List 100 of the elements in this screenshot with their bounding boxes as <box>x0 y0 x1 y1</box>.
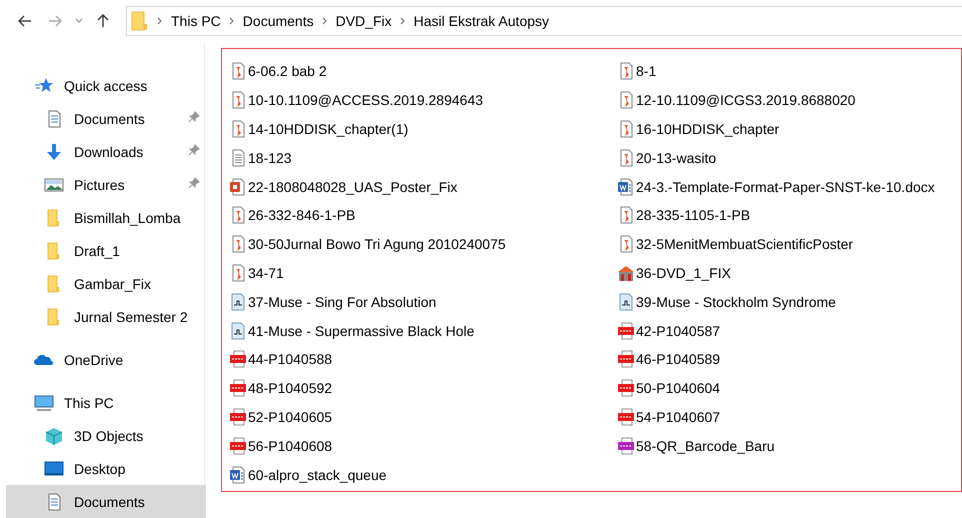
sidebar-item[interactable]: Bismillah_Lomba <box>6 201 206 234</box>
file-item[interactable]: 39-Muse - Stockholm Syndrome <box>618 287 961 316</box>
sidebar-item[interactable]: Gambar_Fix <box>6 267 206 300</box>
file-item[interactable]: 22-1808048028_UAS_Poster_Fix <box>230 172 618 201</box>
file-item[interactable]: 60-alpro_stack_queue <box>230 460 618 489</box>
file-name: 12-10.1109@ICGS3.2019.8688020 <box>636 92 856 108</box>
breadcrumb[interactable]: DVD_Fix <box>336 13 392 29</box>
address-bar[interactable]: This PC Documents DVD_Fix Hasil Ekstrak Autopsy <box>126 6 962 36</box>
file-name: 32-5MenitMembuatScientificPoster <box>636 236 854 252</box>
sidebar-item[interactable]: OneDrive <box>6 343 206 376</box>
file-item[interactable]: 56-P1040608 <box>230 431 618 460</box>
sidebar-label: Desktop <box>74 460 126 476</box>
file-name: 24-3.-Template-Format-Paper-SNST-ke-10.docx <box>636 178 935 195</box>
file-item[interactable]: 36-DVD_1_FIX <box>618 258 961 288</box>
file-item[interactable]: 20-13-wasito <box>618 143 961 172</box>
pdf-file-icon <box>618 120 634 138</box>
dropdown-caret-icon[interactable] <box>75 18 83 24</box>
sidebar-item[interactable]: Pictures <box>6 168 206 201</box>
document-file-icon <box>230 466 246 484</box>
file-item[interactable]: 58-QR_Barcode_Baru <box>618 431 961 460</box>
pdf-file-icon <box>230 264 246 282</box>
pin-icon <box>188 144 200 156</box>
sidebar-item[interactable]: Quick access <box>6 69 206 102</box>
file-item[interactable]: 48-P1040592 <box>230 374 618 403</box>
file-item[interactable]: 18-123 <box>230 143 618 172</box>
up-arrow-icon[interactable] <box>97 14 109 28</box>
file-item[interactable]: 44-P1040588 <box>230 344 618 374</box>
pin-icon <box>188 111 200 123</box>
image-file-icon <box>618 379 634 398</box>
computer-icon <box>34 394 54 412</box>
breadcrumb[interactable]: Documents <box>242 13 314 29</box>
file-item[interactable]: 12-10.1109@ICGS3.2019.8688020 <box>618 86 961 115</box>
star-icon <box>34 76 54 94</box>
pin-icon <box>188 177 200 189</box>
file-item[interactable]: 28-335-1105-1-PB <box>618 200 961 230</box>
file-item[interactable]: 30-50Jurnal Bowo Tri Agung 2010240075 <box>230 230 618 259</box>
file-name: 58-QR_Barcode_Baru <box>636 438 775 454</box>
breadcrumb[interactable]: Hasil Ekstrak Autopsy <box>414 13 550 29</box>
sidebar-label: Draft_1 <box>74 242 120 258</box>
file-name: 46-P1040589 <box>636 351 720 368</box>
file-item[interactable]: 41-Muse - Supermassive Black Hole <box>230 316 618 345</box>
file-item[interactable]: 50-P1040604 <box>618 374 961 403</box>
file-item[interactable]: 42-P1040587 <box>618 316 961 345</box>
sidebar-label: Bismillah_Lomba <box>74 210 181 226</box>
pdf-file-icon <box>618 62 634 80</box>
sidebar-label: Documents <box>74 110 145 126</box>
file-name: 34-71 <box>248 264 284 281</box>
presentation-file-icon <box>230 178 246 196</box>
sidebar-item[interactable]: Documents <box>6 102 206 135</box>
file-item[interactable]: 32-5MenitMembuatScientificPoster <box>618 230 961 259</box>
sidebar-item[interactable]: Jurnal Semester 2 <box>6 300 206 333</box>
file-item[interactable]: 54-P1040607 <box>618 402 961 432</box>
sidebar-label: Pictures <box>74 176 125 192</box>
file-name: 60-alpro_stack_queue <box>248 466 387 483</box>
download-arrow-icon <box>44 142 64 160</box>
sidebar-item[interactable]: Downloads <box>6 135 206 168</box>
sidebar-label: Quick access <box>64 78 148 94</box>
image-file-icon <box>230 379 246 398</box>
document-file-icon <box>618 178 634 196</box>
audio-file-icon <box>230 292 246 311</box>
sidebar-item[interactable]: Draft_1 <box>6 234 206 267</box>
image-file-icon <box>618 436 634 455</box>
pdf-file-icon <box>230 91 246 110</box>
file-item[interactable]: 52-P1040605 <box>230 402 618 432</box>
file-item[interactable]: 16-10HDDISK_chapter <box>618 114 961 144</box>
file-item[interactable]: 24-3.-Template-Format-Paper-SNST-ke-10.docx <box>618 172 961 201</box>
file-name: 44-P1040588 <box>248 351 332 368</box>
sidebar-item[interactable]: Documents <box>6 485 206 518</box>
file-item[interactable]: 6-06.2 bab 2 <box>230 57 618 86</box>
installer-icon <box>618 264 634 282</box>
picture-icon <box>44 176 64 194</box>
sidebar-label: Gambar_Fix <box>74 276 152 292</box>
file-name: 41-Muse - Supermassive Black Hole <box>248 322 474 339</box>
chevron-icon <box>400 17 406 25</box>
file-item[interactable]: 26-332-846-1-PB <box>230 200 618 230</box>
file-name: 8-1 <box>636 63 656 80</box>
sidebar-item[interactable]: This PC <box>6 386 206 419</box>
pdf-file-icon <box>618 206 634 224</box>
image-file-icon <box>230 436 246 455</box>
text-file-icon <box>230 148 246 167</box>
image-file-icon <box>618 322 634 340</box>
file-item[interactable]: 10-10.1109@ACCESS.2019.2894643 <box>230 86 618 115</box>
pdf-file-icon <box>230 235 246 254</box>
file-name: 28-335-1105-1-PB <box>636 207 750 224</box>
file-item[interactable]: 14-10HDDISK_chapter(1) <box>230 114 618 144</box>
file-item[interactable]: 34-71 <box>230 258 618 288</box>
sidebar-item[interactable]: 3D Objects <box>6 419 206 452</box>
back-icon[interactable] <box>18 15 32 27</box>
file-name: 54-P1040607 <box>636 408 720 425</box>
file-name: 16-10HDDISK_chapter <box>636 120 780 137</box>
file-name: 42-P1040587 <box>636 322 720 339</box>
file-item[interactable]: 46-P1040589 <box>618 344 961 374</box>
sidebar-item[interactable]: Desktop <box>6 452 206 485</box>
file-item[interactable]: 37-Muse - Sing For Absolution <box>230 287 618 316</box>
file-item[interactable]: 8-1 <box>618 57 961 86</box>
file-name: 10-10.1109@ACCESS.2019.2894643 <box>248 92 484 108</box>
pdf-file-icon <box>618 235 634 254</box>
breadcrumb[interactable]: This PC <box>171 13 221 29</box>
file-name: 37-Muse - Sing For Absolution <box>248 294 436 310</box>
file-name: 39-Muse - Stockholm Syndrome <box>636 294 836 310</box>
